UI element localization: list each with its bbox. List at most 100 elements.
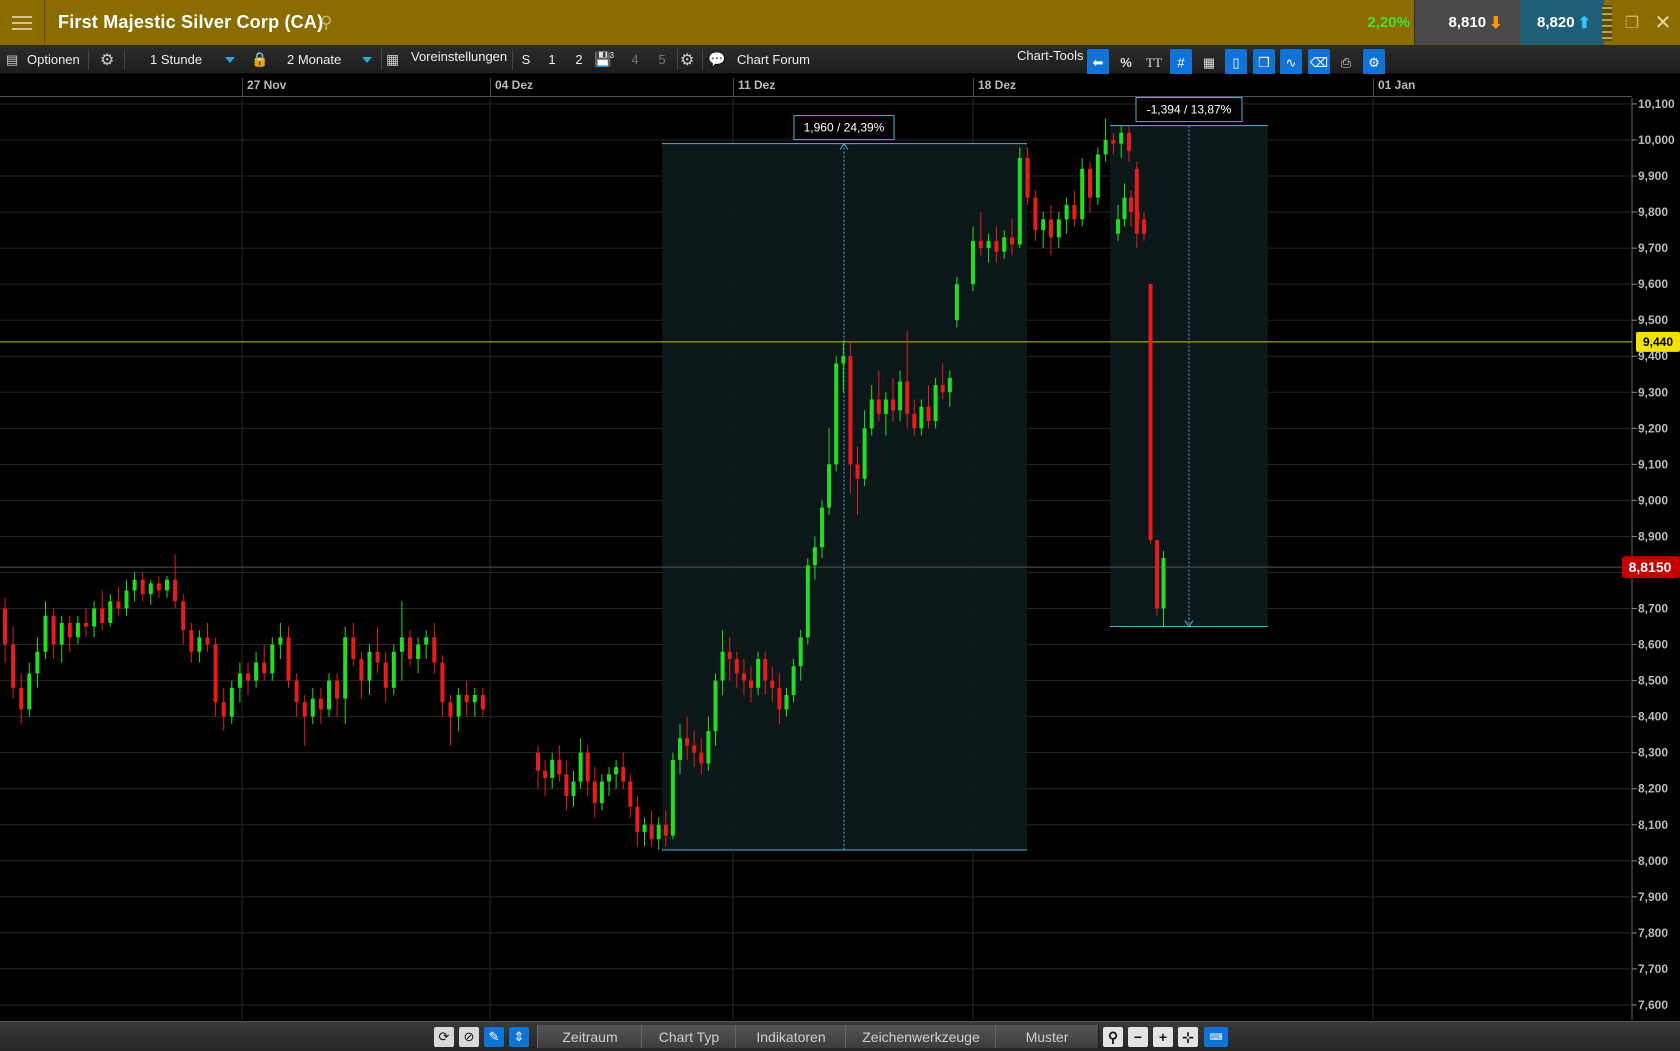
candle-body (978, 240, 983, 249)
candle-body (100, 608, 105, 623)
candle-body (302, 702, 307, 717)
y-tick-label: 9,600 (1638, 277, 1668, 291)
candle-body (678, 738, 682, 760)
candle-body (986, 240, 991, 249)
candle-body (440, 662, 445, 703)
candle-body (557, 759, 562, 775)
tab-chart-typ[interactable]: Chart Typ (641, 1025, 737, 1048)
pencil-icon[interactable]: ✎ (484, 1027, 504, 1047)
candle-body (43, 615, 48, 652)
candle-body (3, 608, 7, 645)
candle-body (286, 637, 291, 681)
candle-body (19, 687, 24, 710)
measure-label: 1,960 / 24,39% (804, 121, 885, 135)
candle-body (812, 547, 817, 566)
candle-body (335, 680, 340, 699)
candle-body (571, 781, 576, 796)
candle-body (189, 630, 194, 652)
keyboard-icon[interactable]: ⌨ (1204, 1027, 1228, 1047)
candle-body (408, 637, 412, 659)
candle-body (599, 781, 604, 804)
candle-body (1064, 204, 1069, 220)
y-tick-label: 7,900 (1638, 890, 1668, 904)
y-tick-label: 9,500 (1638, 313, 1668, 327)
tab-zeichenwerkzeuge[interactable]: Zeichenwerkzeuge (845, 1025, 997, 1048)
candle-body (791, 666, 796, 696)
candle-body (971, 240, 975, 285)
candle-body (1134, 168, 1139, 234)
candle-body (592, 781, 597, 804)
crosshair-icon[interactable]: ⊹ (1178, 1027, 1198, 1047)
candle-body (294, 680, 299, 703)
candle-body (1129, 197, 1133, 213)
candle-body (933, 385, 938, 422)
y-tick-label: 9,300 (1638, 385, 1668, 399)
candle-body (827, 464, 832, 508)
candle-body (1033, 197, 1038, 231)
y-tick-label: 8,000 (1638, 854, 1668, 868)
candle-body (343, 637, 348, 699)
candle-body (229, 687, 234, 717)
candle-body (1155, 540, 1159, 609)
candle-body (621, 767, 626, 782)
y-tick-label: 7,600 (1638, 998, 1668, 1012)
candle-body (359, 658, 364, 681)
candle-body (1122, 197, 1127, 220)
candle-body (84, 622, 88, 627)
candle-body (713, 680, 718, 732)
candle-body (692, 745, 697, 753)
candle-body (891, 399, 895, 411)
candle-body (383, 662, 388, 688)
tab-indikatoren[interactable]: Indikatoren (735, 1025, 847, 1048)
candle-body (197, 637, 202, 652)
y-tick-label: 9,000 (1638, 493, 1668, 507)
y-tick-label: 8,500 (1638, 674, 1668, 688)
candle-body (1049, 219, 1053, 238)
price-chart[interactable]: 7,600 7,700 7,800 7,900 8,000 8,100 8,200 8,300… (0, 0, 1680, 1021)
candle-body (1010, 237, 1014, 245)
candle-body (132, 579, 137, 591)
cancel-icon[interactable]: ⊘ (459, 1027, 479, 1047)
tab-muster[interactable]: Muster (995, 1025, 1099, 1048)
candle-body (51, 615, 56, 645)
candle-body (770, 680, 775, 688)
zoom-out-icon[interactable]: − (1128, 1027, 1148, 1047)
candle-body (75, 622, 80, 638)
candle-body (11, 644, 16, 688)
refresh-icon[interactable]: ⟳ (434, 1027, 454, 1047)
candle-body (351, 637, 356, 659)
candle-body (205, 637, 210, 645)
candle-body (464, 695, 469, 703)
candle-body (940, 385, 945, 393)
scroll-arrows-icon[interactable]: ⇕ (509, 1027, 529, 1047)
candle-body (262, 662, 267, 674)
candle-body (848, 356, 853, 465)
zoom-search-icon[interactable]: ⚲ (1103, 1027, 1123, 1047)
candle-body (1095, 154, 1100, 198)
candle-body (614, 767, 619, 775)
y-tick-label: 8,900 (1638, 529, 1668, 543)
candle-body (543, 770, 548, 778)
candle-body (628, 781, 633, 807)
candle-body (367, 651, 372, 681)
zoom-in-icon[interactable]: + (1153, 1027, 1173, 1047)
y-tick-label: 9,100 (1638, 457, 1668, 471)
y-tick-label: 7,700 (1638, 962, 1668, 976)
candle-body (399, 637, 404, 652)
y-tick-label: 7,800 (1638, 926, 1668, 940)
candle-body (585, 752, 590, 782)
y-tick-label: 8,200 (1638, 782, 1668, 796)
candle-body (92, 608, 97, 627)
horizontal-line-value: 9,440 (1643, 335, 1673, 349)
candle-body (237, 673, 242, 688)
candle-body (820, 507, 824, 548)
candle-body (1116, 219, 1120, 234)
candle-body (148, 583, 153, 595)
candle-body (1142, 219, 1146, 234)
candle-body (883, 399, 888, 414)
candle-body (855, 464, 860, 479)
candle-body (1056, 219, 1061, 238)
candle-body (898, 381, 903, 411)
candle-body (448, 702, 453, 717)
tab-zeitraum[interactable]: Zeitraum (537, 1025, 643, 1048)
